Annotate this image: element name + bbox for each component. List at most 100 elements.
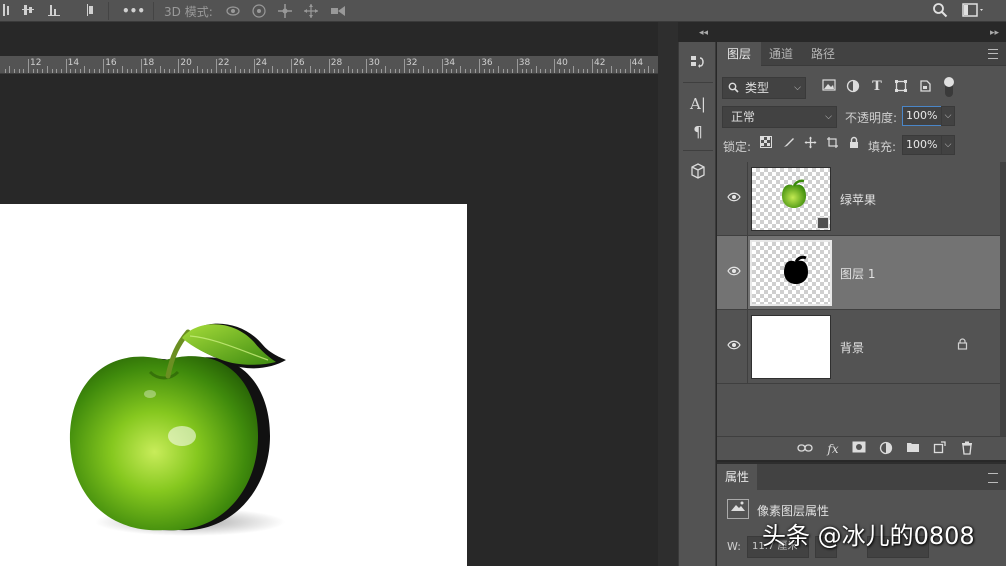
layer-name[interactable]: 背景 bbox=[840, 339, 864, 356]
ruler-minor-tick bbox=[319, 69, 321, 73]
lock-all-icon[interactable] bbox=[847, 136, 861, 152]
canvas-area[interactable] bbox=[0, 74, 658, 566]
ruler-minor-tick bbox=[540, 69, 542, 73]
ruler-minor-tick bbox=[436, 69, 438, 73]
link-layers-icon[interactable] bbox=[797, 441, 813, 457]
document-canvas[interactable] bbox=[0, 204, 467, 566]
ruler-minor-tick bbox=[648, 66, 650, 73]
chevron-down-icon: ⌵ bbox=[825, 112, 832, 122]
chevron-down-icon: ⌵ bbox=[794, 83, 801, 93]
slide-3d-icon[interactable] bbox=[303, 3, 319, 19]
delete-layer-icon[interactable] bbox=[959, 441, 975, 457]
ruler-minor-tick bbox=[483, 69, 485, 73]
panel-menu-icon[interactable] bbox=[988, 49, 998, 59]
ruler-minor-tick bbox=[418, 69, 420, 73]
3d-cube-icon[interactable] bbox=[688, 162, 708, 182]
filter-pixel-icon[interactable] bbox=[821, 79, 837, 95]
visibility-eye-icon[interactable] bbox=[726, 339, 742, 353]
layer-row-green-apple[interactable]: 绿苹果 bbox=[717, 162, 1000, 236]
layer-name[interactable]: 图层 1 bbox=[840, 265, 875, 282]
collapse-arrows-icon[interactable]: ◂◂ bbox=[699, 28, 708, 38]
paragraph-icon[interactable]: ¶ bbox=[688, 122, 708, 142]
ruler-minor-tick bbox=[244, 69, 246, 73]
fill-label: 填充: bbox=[868, 140, 897, 154]
filter-smart-object-icon[interactable] bbox=[917, 79, 933, 95]
opacity-input[interactable]: 100% bbox=[902, 106, 942, 126]
adjustment-layer-icon[interactable] bbox=[878, 441, 894, 457]
panel-icon-strip: A| ¶ bbox=[678, 42, 716, 566]
pan-3d-icon[interactable] bbox=[277, 3, 293, 19]
ruler-minor-tick bbox=[380, 69, 382, 73]
opacity-dropdown[interactable]: ⌵ bbox=[941, 106, 955, 126]
photoshop-window: ••• 3D 模式: 12 14 16 18 20 22 24 26 28 30 32 34 36 38 4… bbox=[0, 0, 1006, 566]
ruler-label: 14 bbox=[67, 58, 80, 68]
ruler-minor-tick bbox=[521, 69, 523, 73]
history-icon[interactable] bbox=[688, 54, 708, 74]
ruler-minor-tick bbox=[474, 69, 476, 73]
ruler-minor-tick bbox=[239, 69, 241, 73]
ruler-major-tick bbox=[65, 59, 67, 73]
roll-3d-icon[interactable] bbox=[251, 3, 267, 19]
tab-paths[interactable]: 路径 bbox=[801, 42, 845, 66]
ruler-minor-tick bbox=[60, 69, 62, 73]
align-bottom-icon[interactable] bbox=[46, 3, 62, 19]
ruler-major-tick bbox=[253, 59, 255, 73]
ruler-minor-tick bbox=[18, 69, 20, 73]
ruler-major-tick bbox=[629, 59, 631, 73]
layer-filter-label: 类型 bbox=[745, 81, 770, 95]
filter-type-icon[interactable]: T bbox=[869, 79, 885, 95]
ruler-minor-tick bbox=[154, 69, 156, 73]
lock-position-icon[interactable] bbox=[803, 136, 817, 152]
tab-layers[interactable]: 图层 bbox=[717, 42, 762, 66]
lock-pixels-icon[interactable] bbox=[781, 136, 795, 152]
ruler-minor-tick bbox=[563, 69, 565, 73]
workspace-icon[interactable] bbox=[961, 2, 987, 20]
lock-transparent-icon[interactable] bbox=[759, 136, 773, 152]
ruler-minor-tick bbox=[9, 66, 11, 73]
layers-scrollbar[interactable] bbox=[1000, 162, 1006, 436]
visibility-eye-icon[interactable] bbox=[726, 191, 742, 205]
ruler-minor-tick bbox=[432, 69, 434, 73]
search-icon[interactable] bbox=[931, 2, 949, 20]
ruler-minor-tick bbox=[46, 66, 48, 73]
blend-mode-select[interactable]: 正常 ⌵ bbox=[722, 106, 837, 128]
align-top-icon[interactable] bbox=[0, 3, 16, 19]
fill-dropdown[interactable]: ⌵ bbox=[941, 135, 955, 155]
layer-filter-select[interactable]: 类型 ⌵ bbox=[722, 77, 806, 99]
character-icon[interactable]: A| bbox=[688, 94, 708, 114]
more-icon[interactable]: ••• bbox=[122, 3, 145, 19]
panel-menu-icon[interactable] bbox=[988, 473, 998, 483]
filter-toggle[interactable] bbox=[944, 77, 954, 97]
layer-name[interactable]: 绿苹果 bbox=[840, 191, 876, 208]
ruler-minor-tick bbox=[389, 69, 391, 73]
filter-adjustment-icon[interactable] bbox=[845, 79, 861, 95]
lock-artboard-icon[interactable] bbox=[825, 136, 839, 152]
layer-row-background[interactable]: 背景 bbox=[717, 310, 1000, 384]
filter-shape-icon[interactable] bbox=[893, 79, 909, 95]
orbit-3d-icon[interactable] bbox=[225, 3, 241, 19]
ruler-minor-tick bbox=[361, 69, 363, 73]
new-layer-icon[interactable] bbox=[931, 441, 947, 457]
search-icon bbox=[728, 78, 739, 100]
collapse-panels-icon[interactable]: ▸▸ bbox=[990, 28, 999, 38]
ruler-major-tick bbox=[366, 59, 368, 73]
pixel-layer-icon bbox=[727, 499, 749, 519]
ruler-minor-tick bbox=[220, 69, 222, 73]
ruler-minor-tick bbox=[549, 69, 551, 73]
green-apple-image bbox=[69, 323, 286, 536]
tab-channels[interactable]: 通道 bbox=[759, 42, 803, 66]
visibility-eye-icon[interactable] bbox=[726, 265, 742, 279]
layer-row-layer-1[interactable]: 图层 1 bbox=[717, 236, 1000, 310]
distribute-icon[interactable] bbox=[82, 3, 98, 19]
ruler-minor-tick bbox=[93, 69, 95, 73]
ruler-minor-tick bbox=[568, 69, 570, 73]
fx-icon[interactable]: fx bbox=[825, 441, 841, 457]
scale-3d-icon[interactable] bbox=[329, 3, 345, 19]
ruler-label: 32 bbox=[406, 58, 418, 68]
tab-properties[interactable]: 属性 bbox=[717, 464, 757, 490]
new-group-icon[interactable] bbox=[905, 441, 921, 457]
ruler-minor-tick bbox=[455, 69, 457, 73]
align-middle-icon[interactable] bbox=[20, 3, 36, 19]
add-mask-icon[interactable] bbox=[851, 441, 867, 457]
fill-input[interactable]: 100% bbox=[902, 135, 942, 155]
